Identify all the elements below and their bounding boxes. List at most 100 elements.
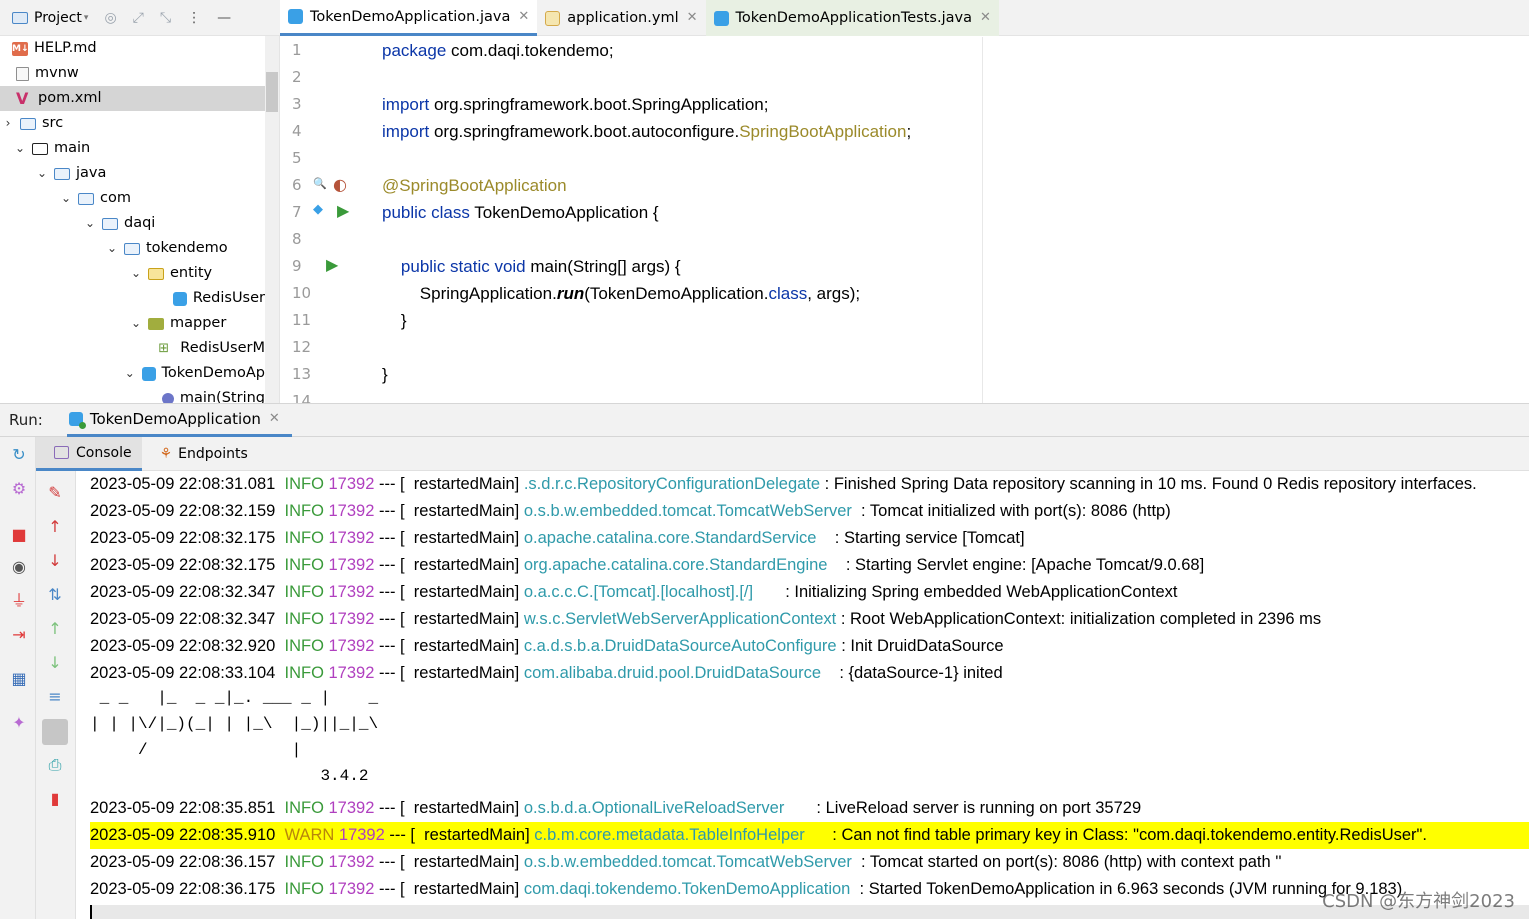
tab-endpoints[interactable]: ⚘ Endpoints [142,437,258,471]
watermark: CSDN @东方神剑2023 [1322,891,1515,912]
log-level: INFO [284,880,324,898]
tree-item-redisuserm[interactable]: ⊞ RedisUserM [0,336,265,361]
tree-item-pom-xml[interactable]: Vpom.xml [0,86,265,111]
close-icon[interactable]: ✕ [687,0,698,36]
spring-bean-icon[interactable]: ◆ [313,202,323,217]
settings-icon[interactable]: ⚙ [9,479,29,499]
tree-item-com[interactable]: ⌄ com [0,186,265,211]
options-icon[interactable]: ⋮ [187,10,201,26]
chevron-right-icon[interactable]: › [2,111,14,136]
code-line[interactable]: import org.springframework.boot.SpringAp… [382,91,768,118]
run-subtabs: Console ⚘ Endpoints [36,437,1529,471]
console-input-line[interactable] [90,905,1529,919]
tree-item-src[interactable]: › src [0,111,265,136]
log-pid: 17392 [323,502,375,520]
chevron-down-icon[interactable]: ▾ [84,13,89,23]
close-icon[interactable]: ✕ [518,0,529,35]
chevron-down-icon[interactable]: ⌄ [106,236,118,261]
tree-item-main[interactable]: ⌄ main [0,136,265,161]
code-line[interactable]: public static void main(String[] args) { [382,253,681,280]
code-line[interactable]: package com.daqi.tokendemo; [382,37,614,64]
tab-application-yml[interactable]: application.yml ✕ [537,0,705,36]
code-line[interactable]: import org.springframework.boot.autoconf… [382,118,911,145]
tree-item-label: TokenDemoAp [161,365,265,381]
layout-icon[interactable]: ▦ [9,669,29,689]
tree-scrollbar-thumb[interactable] [266,72,278,112]
exit-icon[interactable]: ⇥ [9,625,29,645]
soft-wrap-icon[interactable]: ≡ [45,687,65,707]
chevron-down-icon[interactable]: ⌄ [130,311,142,336]
arrow-up-icon[interactable]: ↑ [45,517,65,537]
code-token: } [382,311,407,330]
run-gutter-icon[interactable]: ▶ [337,201,349,220]
close-icon[interactable]: ✕ [980,0,991,36]
project-view-selector[interactable]: Project [34,10,82,26]
log-message: : Starting Servlet engine: [Apache Tomca… [827,556,1205,574]
chevron-down-icon[interactable]: ⌄ [124,361,135,386]
chevron-down-icon[interactable]: ⌄ [130,261,142,286]
code-line[interactable]: @SpringBootApplication [382,172,567,199]
tree-scrollbar[interactable] [265,36,279,403]
trash-icon[interactable]: ▮ [45,789,65,809]
tree-item-daqi[interactable]: ⌄ daqi [0,211,265,236]
console-log-line: 2023-05-09 22:08:32.175 INFO 17392 --- [… [90,525,1025,552]
chevron-down-icon[interactable]: ⌄ [60,186,72,211]
clear-icon[interactable]: ✎ [45,483,65,503]
print-icon[interactable]: ⎙ [45,755,65,775]
tree-item-main-string[interactable]: main(String [0,386,265,403]
code-token: @SpringBootApplication [382,176,567,195]
tree-item-label: main(String [179,390,265,403]
code-line[interactable]: } [382,361,388,388]
arrow-down-icon[interactable]: ↓ [45,551,65,571]
log-thread: --- [ restartedMain] [374,799,524,817]
chevron-down-icon[interactable]: ⌄ [84,211,96,236]
console-log-line: 2023-05-09 22:08:32.920 INFO 17392 --- [… [90,633,1004,660]
stop-icon[interactable]: ■ [9,525,29,545]
console-output[interactable]: 2023-05-09 22:08:31.081 INFO 17392 --- [… [76,471,1529,919]
camera-icon[interactable]: ◉ [9,557,29,577]
run-tab-tokendemoapplication[interactable]: TokenDemoApplication ✕ [66,404,292,437]
tree-item-mapper[interactable]: ⌄ mapper [0,311,265,336]
bean-icon[interactable]: ◐ [333,175,347,194]
tab-tokendemoapplication-java[interactable]: TokenDemoApplication.java ✕ [280,0,538,36]
target-icon[interactable]: ◎ [104,10,116,26]
chevron-down-icon[interactable]: ⌄ [36,161,48,186]
find-usages-icon[interactable]: 🔍 [313,177,327,190]
chevron-down-icon[interactable]: ⌄ [14,136,26,161]
scroll-to-end-icon[interactable] [42,719,68,745]
expand-all-icon[interactable]: ⤢ [133,10,144,26]
code-line[interactable]: } [382,307,407,334]
hide-icon[interactable]: — [217,10,231,26]
tree-item-redisuser[interactable]: RedisUser [0,286,265,311]
tree-item-java[interactable]: ⌄ java [0,161,265,186]
log-message: : Can not find table primary key in Clas… [804,826,1427,844]
log-timestamp: 2023-05-09 22:08:32.175 [90,556,285,574]
tab-label: application.yml [567,10,679,26]
rerun-icon[interactable]: ↻ [9,445,29,465]
sort-icon[interactable]: ⇅ [45,585,65,605]
pin-icon[interactable]: ✦ [9,713,29,733]
tree-item-help-md[interactable]: M↓ HELP.md [0,36,265,61]
tree-item-mvnw[interactable]: mvnw [0,61,265,86]
log-thread: --- [ restartedMain] [374,664,524,682]
run-main-icon[interactable]: ▶ [326,255,338,274]
up-stack-icon[interactable]: ↑ [45,619,65,639]
down-stack-icon[interactable]: ↓ [45,653,65,673]
log-thread: --- [ restartedMain] [374,610,524,628]
code-editor[interactable]: 1 2 3 4 5 6 7 8 9 10 11 12 13 14 🔍 ◐ ◆ ▶ ▶ package com.daq… [280,37,1529,403]
tab-tokendemoapplicationtests-java[interactable]: TokenDemoApplicationTests.java ✕ [705,0,999,36]
collapse-all-icon[interactable]: ⤡ [160,10,171,26]
console-log-line: 2023-05-09 22:08:32.175 INFO 17392 --- [… [90,552,1204,579]
code-content[interactable]: package com.daqi.tokendemo; import org.sp… [382,37,982,403]
tree-item-entity[interactable]: ⌄ entity [0,261,265,286]
code-line[interactable]: SpringApplication.run(TokenDemoApplicati… [382,280,860,307]
close-icon[interactable]: ✕ [269,411,280,426]
folder-icon [32,142,48,155]
tree-item-tokendemo[interactable]: ⌄ tokendemo [0,236,265,261]
plug-icon[interactable]: ⏚ [9,591,29,611]
tab-console[interactable]: Console [36,437,142,471]
code-line[interactable]: public class TokenDemoApplication { [382,199,659,226]
log-timestamp: 2023-05-09 22:08:32.920 [90,637,285,655]
tree-item-tokendemoap[interactable]: ⌄ TokenDemoAp [0,361,265,386]
